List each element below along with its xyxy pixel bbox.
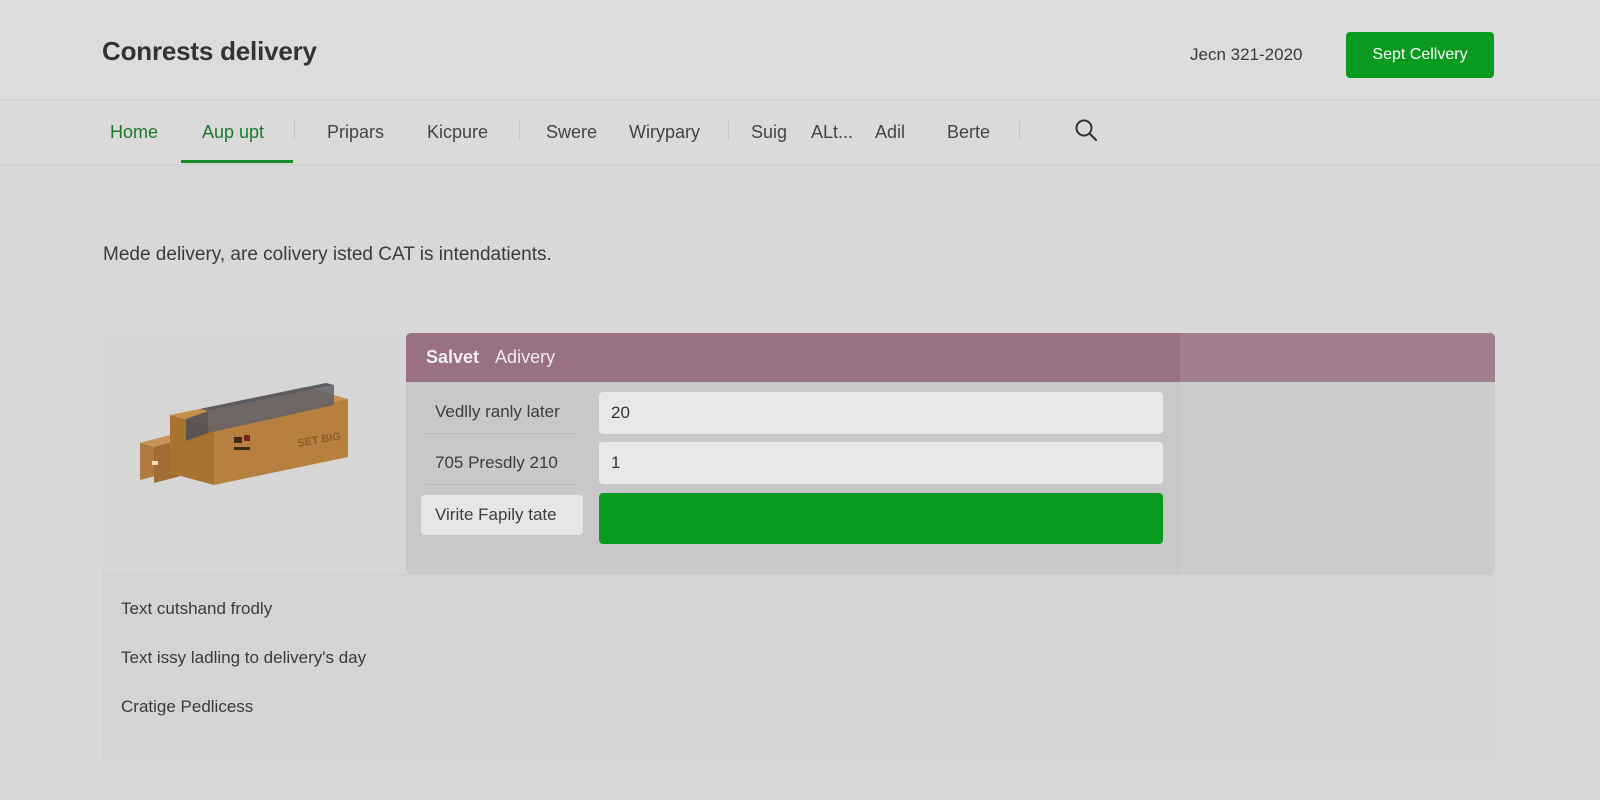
presdly-input[interactable] xyxy=(599,442,1163,484)
nav-separator xyxy=(519,121,520,139)
form-title: Salvet xyxy=(426,347,480,367)
form-header: Salvet Adivery xyxy=(406,333,1495,382)
active-tab-indicator xyxy=(181,160,293,163)
vedlly-ranly-input[interactable] xyxy=(599,392,1163,434)
search-icon[interactable] xyxy=(1073,117,1099,143)
field-label-vedlly: Vedlly ranly later xyxy=(435,402,560,421)
form-subtitle: Adivery xyxy=(495,347,556,367)
header-date: Jecn 321-2020 xyxy=(1190,45,1303,64)
nav-item-home[interactable]: Home xyxy=(110,122,158,143)
nav-item-swere[interactable]: Swere xyxy=(546,122,597,143)
intro-description: Mede delivery, are colivery isted CAT is… xyxy=(103,244,552,265)
delivery-form-card: Salvet Adivery Vedlly ranly later 705 Pr… xyxy=(406,333,1495,574)
nav-item-pripars[interactable]: Pripars xyxy=(327,122,384,143)
nav-item-aup-upt[interactable]: Aup upt xyxy=(202,122,264,143)
form-header-side xyxy=(1180,333,1495,382)
field-divider xyxy=(426,433,578,434)
package-box-icon: SET BIG xyxy=(140,383,348,485)
nav-separator xyxy=(294,121,295,139)
nav-separator xyxy=(1019,121,1020,139)
delivery-notes-list: Text cutshand frodly Text issy ladling t… xyxy=(102,574,1495,759)
list-item: Text cutshand frodly xyxy=(121,599,273,618)
main-nav: Home Aup upt Pripars Kicpure Swere Wiryp… xyxy=(0,100,1600,165)
field-divider xyxy=(426,484,578,485)
nav-item-alt[interactable]: ALt... xyxy=(811,122,853,143)
virite-fapily-submit-button[interactable] xyxy=(599,493,1163,544)
list-item: Cratige Pedlicess xyxy=(121,697,254,716)
nav-item-berte[interactable]: Berte xyxy=(947,122,990,143)
list-item: Text issy ladling to delivery's day xyxy=(121,648,367,667)
field-label-virite: Virite Fapily tate xyxy=(421,495,583,535)
nav-item-kicpure[interactable]: Kicpure xyxy=(427,122,488,143)
field-label-presdly: 705 Presdly 210 xyxy=(435,453,558,472)
nav-item-wirypary[interactable]: Wirypary xyxy=(629,122,700,143)
nav-item-suig[interactable]: Suig xyxy=(751,122,787,143)
nav-item-adil[interactable]: Adil xyxy=(875,122,905,143)
sept-cellvery-button[interactable]: Sept Cellvery xyxy=(1346,32,1494,78)
nav-separator xyxy=(728,121,729,139)
app-title: Conrests delivery xyxy=(102,36,317,66)
top-header-bar: Conrests delivery Jecn 321-2020 Sept Cel… xyxy=(0,0,1600,100)
